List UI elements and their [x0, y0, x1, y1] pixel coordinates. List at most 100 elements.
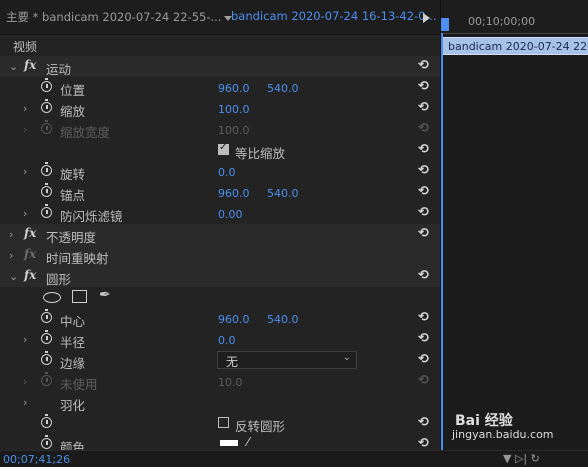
prop-unused: › 未使用 10.0 ⟲	[0, 371, 440, 392]
fx-icon[interactable]: fx	[24, 226, 36, 240]
unused-value: 10.0	[218, 376, 243, 389]
stopwatch-icon[interactable]	[41, 309, 52, 323]
effect-circle[interactable]: ⌄ fx 圆形 ⟲	[0, 266, 440, 287]
effect-circle-label: 圆形	[46, 272, 72, 287]
anti-flicker-value[interactable]: 0.00	[218, 208, 243, 221]
reset-icon[interactable]: ⟲	[418, 268, 429, 283]
color-swatch[interactable]	[220, 440, 238, 446]
effect-opacity-label: 不透明度	[46, 230, 97, 245]
effect-time-remap-label: 时间重映射	[46, 251, 109, 266]
effect-time-remap[interactable]: › fx 时间重映射	[0, 245, 440, 266]
prop-anti-flicker: › 防闪烁滤镜 0.00 ⟲	[0, 203, 440, 224]
stopwatch-icon[interactable]	[41, 162, 52, 176]
chevron-right-icon: ›	[23, 123, 28, 136]
chevron-right-icon[interactable]: ›	[23, 207, 27, 220]
reset-icon[interactable]: ⟲	[418, 142, 429, 157]
prop-label: 锚点	[60, 188, 86, 203]
reset-icon[interactable]: ⟲	[418, 58, 429, 73]
prop-invert: 反转圆形 ⟲	[0, 413, 440, 434]
stopwatch-icon[interactable]	[41, 330, 52, 344]
mini-timeline: 00;10;00;00 bandicam 2020-07-24 22-	[440, 0, 588, 466]
fx-icon[interactable]: fx	[24, 58, 36, 72]
position-y-value[interactable]: 540.0	[267, 82, 299, 95]
tab-main-sequence[interactable]: 主要 * bandicam 2020-07-24 22-55-...	[6, 9, 221, 25]
chevron-down-icon[interactable]: ⌄	[9, 60, 18, 73]
edge-select[interactable]: 无 ⌄	[217, 351, 357, 369]
effect-opacity[interactable]: › fx 不透明度 ⟲	[0, 224, 440, 245]
chevron-right-icon[interactable]: ›	[23, 102, 27, 115]
fx-icon[interactable]: fx	[24, 268, 36, 282]
reset-icon[interactable]: ⟲	[418, 352, 429, 367]
prop-center: 中心 960.0 540.0 ⟲	[0, 308, 440, 329]
chevron-right-icon[interactable]: ›	[23, 396, 27, 409]
reset-icon[interactable]: ⟲	[418, 163, 429, 178]
watermark-url: jingyan.baidu.com	[452, 428, 554, 441]
radius-value[interactable]: 0.0	[218, 334, 236, 347]
reset-icon[interactable]: ⟲	[418, 184, 429, 199]
rectangle-mask-icon[interactable]	[72, 290, 87, 303]
video-section-label: 视频	[13, 40, 38, 54]
reset-icon: ⟲	[418, 121, 429, 136]
reset-icon[interactable]: ⟲	[418, 331, 429, 346]
time-ruler[interactable]: 00;10;00;00	[441, 0, 588, 34]
prop-label: 未使用	[60, 377, 98, 392]
status-bar: 00;07;41;26 ▼ ▷| ↻	[0, 450, 588, 467]
stopwatch-icon[interactable]	[41, 435, 52, 449]
chevron-right-icon[interactable]: ›	[23, 165, 27, 178]
prop-position: 位置 960.0 540.0 ⟲	[0, 77, 440, 98]
current-timecode[interactable]: 00;07;41;26	[3, 453, 70, 466]
center-x-value[interactable]: 960.0	[218, 313, 250, 326]
prop-label: 反转圆形	[235, 419, 286, 434]
timeline-clip[interactable]: bandicam 2020-07-24 22-	[442, 37, 588, 55]
ellipse-mask-icon[interactable]	[43, 292, 61, 303]
reset-icon[interactable]: ⟲	[418, 205, 429, 220]
eyedropper-icon[interactable]: ⁄	[247, 435, 249, 449]
reset-icon[interactable]: ⟲	[418, 100, 429, 115]
effect-controls-panel: 主要 * bandicam 2020-07-24 22-55-... bandi…	[0, 0, 440, 466]
stopwatch-icon[interactable]	[41, 351, 52, 365]
chevron-right-icon: ›	[23, 375, 28, 388]
reset-icon: ⟲	[418, 373, 429, 388]
playhead-line[interactable]	[441, 33, 443, 466]
tab-clip[interactable]: bandicam 2020-07-24 16-13-42-0...	[231, 9, 436, 23]
stopwatch-icon[interactable]	[41, 78, 52, 92]
stopwatch-icon[interactable]	[41, 183, 52, 197]
center-y-value[interactable]: 540.0	[267, 313, 299, 326]
mask-tools: ✒	[0, 287, 440, 308]
prop-scale-width: › 缩放宽度 100.0 ⟲	[0, 119, 440, 140]
chevron-right-icon[interactable]: ›	[9, 228, 13, 241]
filter-icon[interactable]: ▼ ▷| ↻	[503, 452, 540, 465]
rotation-value[interactable]: 0.0	[218, 166, 236, 179]
reset-icon[interactable]: ⟲	[418, 415, 429, 430]
chevron-right-icon[interactable]: ›	[23, 333, 27, 346]
reset-icon[interactable]: ⟲	[418, 226, 429, 241]
prop-label: 中心	[60, 314, 86, 329]
effect-motion[interactable]: ⌄ fx 运动 ⟲	[0, 56, 440, 77]
uniform-scale-checkbox[interactable]	[218, 142, 229, 155]
timeline-clip-label: bandicam 2020-07-24 22-	[448, 40, 588, 53]
chevron-down-icon: ⌄	[342, 352, 351, 363]
chevron-right-icon[interactable]: ›	[9, 249, 13, 262]
anchor-x-value[interactable]: 960.0	[218, 187, 250, 200]
prop-radius: › 半径 0.0 ⟲	[0, 329, 440, 350]
chevron-down-icon[interactable]: ⌄	[9, 270, 18, 283]
position-x-value[interactable]: 960.0	[218, 82, 250, 95]
invert-circle-checkbox[interactable]	[218, 417, 229, 428]
effect-motion-label: 运动	[46, 62, 72, 77]
prop-anchor: 锚点 960.0 540.0 ⟲	[0, 182, 440, 203]
playhead-handle[interactable]	[441, 18, 449, 31]
reset-icon[interactable]: ⟲	[418, 79, 429, 94]
scale-value[interactable]: 100.0	[218, 103, 250, 116]
play-icon[interactable]	[423, 13, 430, 23]
stopwatch-icon[interactable]	[41, 204, 52, 218]
prop-label: 羽化	[60, 398, 86, 413]
pen-mask-icon[interactable]: ✒	[99, 287, 111, 303]
prop-feather: › 羽化	[0, 392, 440, 413]
prop-color: 颜色 ⁄ ⟲	[0, 434, 440, 450]
prop-uniform-scale: 等比缩放 ⟲	[0, 140, 440, 161]
stopwatch-icon[interactable]	[41, 99, 52, 113]
reset-icon[interactable]: ⟲	[418, 436, 429, 450]
reset-icon[interactable]: ⟲	[418, 310, 429, 325]
stopwatch-icon[interactable]	[41, 414, 52, 428]
anchor-y-value[interactable]: 540.0	[267, 187, 299, 200]
